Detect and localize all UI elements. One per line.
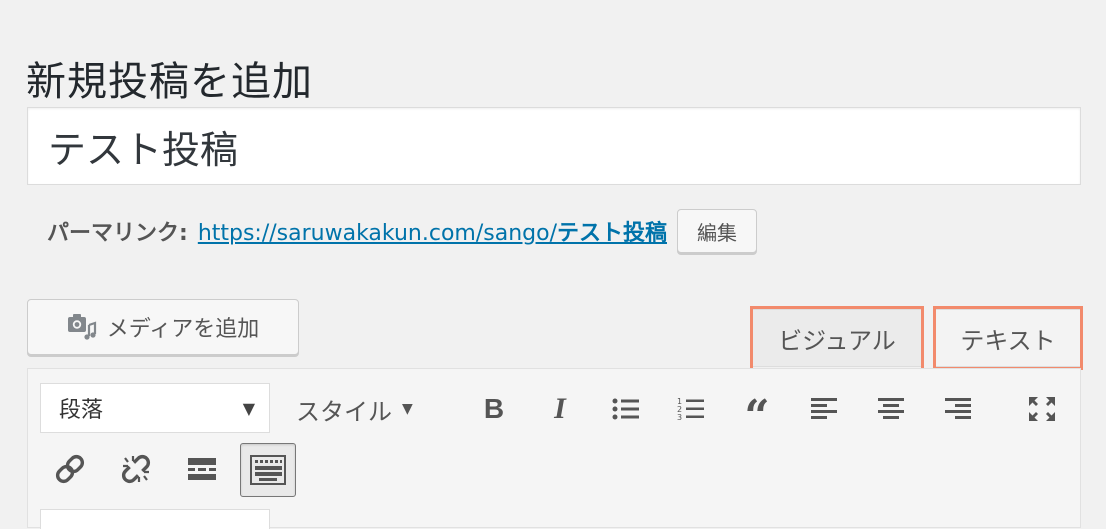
bold-icon: B [483, 393, 505, 424]
style-dropdown[interactable]: スタイル ▼ [296, 387, 413, 431]
media-camera-icon [67, 313, 97, 341]
remove-link-button[interactable] [116, 449, 156, 489]
align-center-icon [878, 398, 904, 419]
italic-button[interactable]: I [540, 389, 580, 429]
tab-visual[interactable]: ビジュアル [752, 309, 922, 367]
align-left-icon [811, 398, 837, 419]
align-right-button[interactable] [938, 389, 978, 429]
permalink-row: パーマリンク: https://saruwakakun.com/sango/テス… [47, 207, 757, 255]
tab-text[interactable]: テキスト [935, 309, 1081, 367]
format-select-value: 段落 [59, 398, 104, 423]
editor-toolbar: 段落 ▼ スタイル ▼ B I 1 2 3 “ [27, 368, 1081, 529]
align-left-button[interactable] [804, 389, 844, 429]
numbered-list-button[interactable]: 1 2 3 [671, 389, 711, 429]
permalink-url-base: https://saruwakakun.com/sango/ [197, 221, 557, 246]
insert-link-button[interactable] [50, 449, 90, 489]
permalink-link[interactable]: https://saruwakakun.com/sango/テスト投稿 [198, 215, 667, 247]
post-title-input[interactable] [28, 108, 1080, 184]
dropdown-arrow-icon: ▼ [242, 398, 255, 418]
editor-statusbar-edge [40, 509, 270, 529]
permalink-label: パーマリンク: [47, 221, 188, 246]
format-select[interactable]: 段落 ▼ [40, 383, 270, 433]
add-media-button[interactable]: メディアを追加 [27, 299, 299, 355]
post-title-field[interactable] [27, 107, 1081, 185]
blockquote-icon: “ [744, 391, 770, 442]
style-dropdown-label: スタイル [296, 397, 392, 426]
permalink-url-slug: テスト投稿 [556, 221, 667, 246]
italic-icon: I [554, 392, 566, 425]
read-more-button[interactable] [182, 449, 222, 489]
fullscreen-button[interactable] [1022, 389, 1062, 429]
bold-button[interactable]: B [474, 389, 514, 429]
page-title: 新規投稿を追加 [26, 58, 313, 105]
dropdown-arrow-icon: ▼ [402, 401, 413, 417]
unlink-icon [122, 455, 150, 483]
fullscreen-icon [1029, 397, 1055, 421]
read-more-icon [188, 458, 216, 480]
align-right-icon [945, 398, 971, 419]
toolbar-toggle-icon [250, 455, 286, 485]
toolbar-toggle-button[interactable] [240, 443, 296, 497]
svg-text:3: 3 [677, 413, 682, 422]
bulleted-list-icon [612, 398, 639, 420]
permalink-edit-button[interactable]: 編集 [677, 209, 757, 253]
align-center-button[interactable] [871, 389, 911, 429]
add-media-label: メディアを追加 [106, 317, 260, 342]
link-icon [55, 454, 85, 484]
blockquote-button[interactable]: “ [737, 389, 777, 439]
numbered-list-icon: 1 2 3 [677, 397, 704, 422]
bulleted-list-button[interactable] [606, 389, 646, 429]
